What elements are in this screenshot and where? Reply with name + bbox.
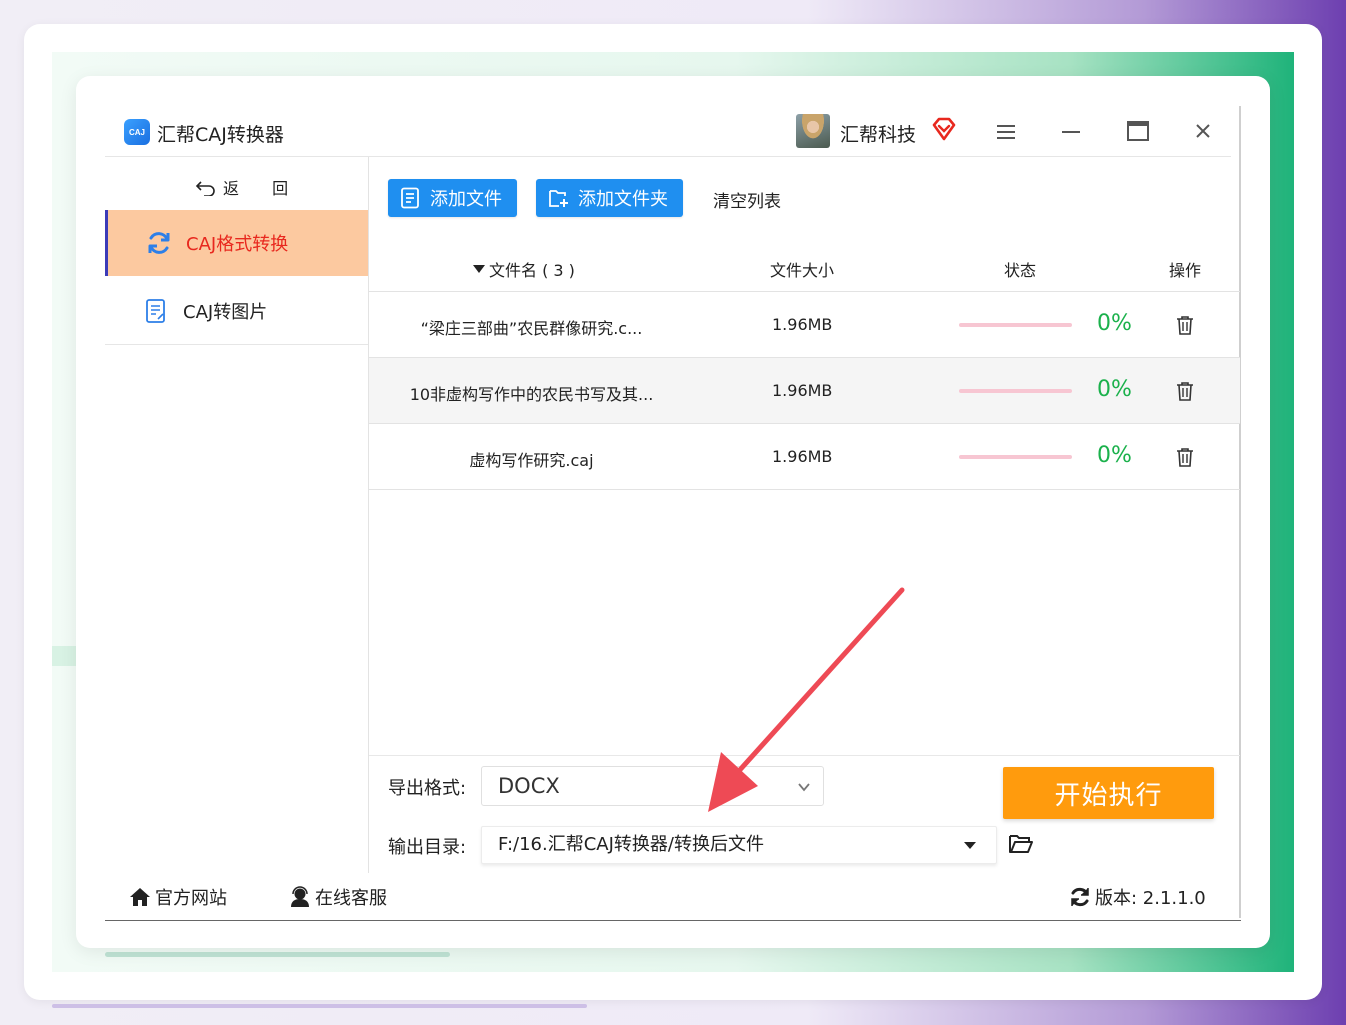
- home-icon: [130, 888, 150, 906]
- app-logo-icon: CAJ: [124, 119, 150, 145]
- add-file-label: 添加文件: [430, 189, 502, 210]
- output-dir-value: F:/16.汇帮CAJ转换器/转换后文件: [498, 834, 764, 855]
- back-label: 返 回: [223, 179, 303, 198]
- file-size: 1.96MB: [772, 447, 833, 466]
- main-content: 添加文件 添加文件夹 清空列表 文件名 ( 3 ) 文件大小 状态 操作 “梁庄…: [369, 157, 1240, 873]
- progress-bar: [959, 323, 1072, 327]
- column-size-header: 文件大小: [770, 261, 835, 280]
- file-name: 虚构写作研究.caj: [469, 451, 594, 470]
- folder-open-icon[interactable]: [1008, 832, 1034, 856]
- sort-down-icon: [473, 265, 485, 273]
- file-name: “梁庄三部曲”农民群像研究.c...: [420, 319, 643, 338]
- sidebar-item-caj-format[interactable]: CAJ格式转换: [105, 210, 368, 276]
- sidebar-item-label: CAJ转图片: [183, 302, 268, 323]
- progress-text: 0%: [1097, 443, 1132, 468]
- avatar[interactable]: [796, 114, 830, 148]
- column-status-header: 状态: [1004, 261, 1037, 280]
- footer: 官方网站 在线客服 版本: 2.1.1.0: [105, 874, 1241, 921]
- output-settings: 导出格式: DOCX 输出目录: F:/16.汇帮CAJ转换器/转换后文件 开始…: [369, 755, 1240, 874]
- app-window: CAJ 汇帮CAJ转换器 汇帮科技 返 回 CAJ格式转换 CAJ转图片 添加文…: [76, 76, 1270, 948]
- table-header: 文件名 ( 3 ) 文件大小 状态 操作: [369, 241, 1240, 292]
- vip-diamond-icon[interactable]: [931, 116, 957, 142]
- table-row[interactable]: “梁庄三部曲”农民群像研究.c... 1.96MB 0%: [369, 292, 1240, 358]
- output-dir-select[interactable]: F:/16.汇帮CAJ转换器/转换后文件: [481, 826, 997, 864]
- trash-icon[interactable]: [1175, 447, 1195, 467]
- sidebar-item-label: CAJ格式转换: [186, 234, 289, 255]
- progress-text: 0%: [1097, 377, 1132, 402]
- sidebar: 返 回 CAJ格式转换 CAJ转图片: [105, 157, 369, 873]
- column-name-header[interactable]: 文件名 ( 3 ): [473, 257, 575, 281]
- progress-text: 0%: [1097, 311, 1132, 336]
- add-folder-button[interactable]: 添加文件夹: [536, 179, 683, 217]
- version-label: 版本: 2.1.1.0: [1095, 888, 1206, 909]
- start-button[interactable]: 开始执行: [1003, 767, 1214, 819]
- caret-down-icon: [964, 842, 976, 849]
- progress-bar: [959, 389, 1072, 393]
- refresh-icon: [148, 232, 170, 254]
- sidebar-item-caj-image[interactable]: CAJ转图片: [105, 278, 368, 345]
- format-select[interactable]: DOCX: [481, 766, 824, 806]
- title-bar: CAJ 汇帮CAJ转换器 汇帮科技: [76, 76, 1270, 156]
- chevron-down-icon: [798, 783, 810, 792]
- online-support-link[interactable]: 在线客服: [289, 884, 387, 910]
- decorative-bar: [105, 952, 450, 957]
- minimize-icon[interactable]: [1061, 122, 1081, 142]
- table-row[interactable]: 10非虚构写作中的农民书写及其... 1.96MB 0%: [369, 358, 1240, 424]
- add-folder-label: 添加文件夹: [578, 189, 668, 210]
- trash-icon[interactable]: [1175, 381, 1195, 401]
- back-arrow-icon: [195, 181, 215, 196]
- menu-icon[interactable]: [996, 122, 1016, 142]
- column-action-header: 操作: [1169, 261, 1202, 280]
- back-button[interactable]: 返 回: [195, 175, 302, 199]
- refresh-icon: [1071, 887, 1089, 907]
- support-agent-icon: [291, 886, 309, 907]
- file-name: 10非虚构写作中的农民书写及其...: [409, 385, 654, 404]
- maximize-icon[interactable]: [1126, 120, 1150, 142]
- document-icon: [146, 299, 165, 323]
- file-size: 1.96MB: [772, 315, 833, 334]
- official-website-label: 官方网站: [155, 888, 227, 909]
- online-support-label: 在线客服: [315, 888, 387, 909]
- app-title: 汇帮CAJ转换器: [157, 124, 284, 146]
- progress-bar: [959, 455, 1072, 459]
- file-list-icon: [401, 187, 419, 209]
- version-info[interactable]: 版本: 2.1.1.0: [1069, 884, 1206, 910]
- background-tab: [52, 646, 78, 666]
- clear-list-button[interactable]: 清空列表: [713, 187, 781, 212]
- add-file-button[interactable]: 添加文件: [388, 179, 517, 217]
- official-website-link[interactable]: 官方网站: [129, 884, 227, 910]
- file-size: 1.96MB: [772, 381, 833, 400]
- format-value: DOCX: [498, 774, 560, 798]
- close-icon[interactable]: [1194, 122, 1212, 140]
- output-dir-label: 输出目录:: [388, 837, 467, 858]
- add-folder-icon: [549, 190, 568, 207]
- column-name-label: 文件名 ( 3 ): [489, 261, 575, 280]
- decorative-bar: [52, 1004, 587, 1008]
- table-row[interactable]: 虚构写作研究.caj 1.96MB 0%: [369, 424, 1240, 490]
- format-label: 导出格式:: [388, 778, 467, 799]
- trash-icon[interactable]: [1175, 315, 1195, 335]
- user-name[interactable]: 汇帮科技: [840, 120, 916, 147]
